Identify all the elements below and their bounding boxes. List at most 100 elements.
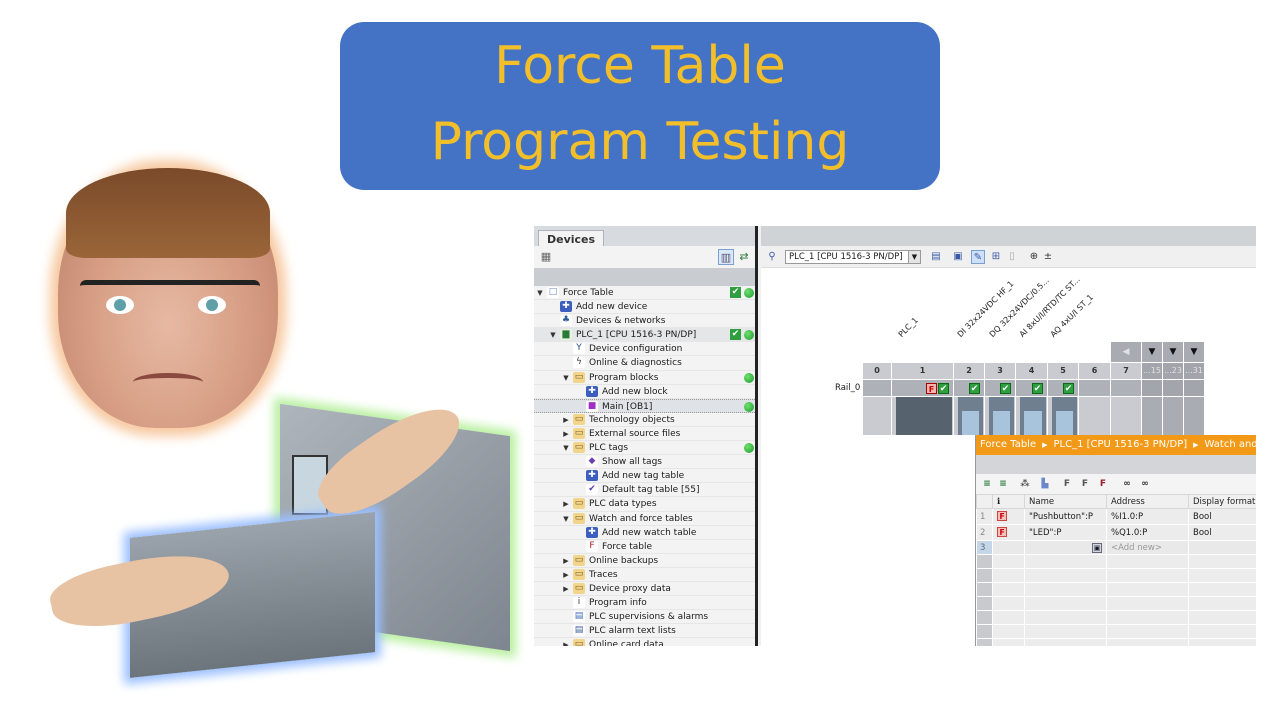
address-cell[interactable]: %I1.0:P xyxy=(1106,508,1189,525)
tree-item[interactable]: ▶ ▭ Traces xyxy=(534,568,755,582)
display-format-cell[interactable]: Bool xyxy=(1188,508,1256,525)
table-row[interactable]: 2F"LED":P%Q1.0:PBoolooFALSE✔ xyxy=(976,524,1256,541)
column-header[interactable]: i xyxy=(992,494,1025,509)
scroll-left-button[interactable]: ◀ xyxy=(1111,342,1141,362)
column-header[interactable]: Address xyxy=(1106,494,1189,509)
expand-slot-31-button[interactable]: ▼ xyxy=(1184,342,1204,362)
insert-row-icon[interactable]: ≡ xyxy=(980,477,994,491)
tree-item[interactable]: ♣ Devices & networks xyxy=(534,314,755,329)
empty-cell[interactable] xyxy=(992,582,1025,597)
device-name-icon[interactable]: ▣ xyxy=(951,250,965,264)
slot-header[interactable]: 4 xyxy=(1016,363,1048,379)
stop-force-icon[interactable]: F xyxy=(1096,477,1110,491)
expand-down-icon[interactable]: ▼ xyxy=(549,328,557,342)
empty-table-row[interactable] xyxy=(976,638,1256,646)
zoom-step-icon[interactable]: ± xyxy=(1041,250,1055,264)
expand-slot-15-button[interactable]: ▼ xyxy=(1142,342,1162,362)
grid-view-icon[interactable]: ▦ xyxy=(538,249,554,265)
name-cell[interactable]: "Pushbutton":P xyxy=(1024,508,1107,525)
empty-cell[interactable] xyxy=(1106,610,1189,625)
tree-item[interactable]: ▶ ▭ External source files xyxy=(534,427,755,442)
add-tag-icon[interactable]: ⁂ xyxy=(1018,477,1032,491)
slot-header[interactable]: ...23 xyxy=(1163,363,1184,379)
slot-header[interactable]: 2 xyxy=(954,363,985,379)
address-cell[interactable]: %Q1.0:P xyxy=(1106,524,1189,541)
empty-cell[interactable] xyxy=(1024,568,1107,583)
expand-right-icon[interactable]: ▶ xyxy=(562,582,570,596)
empty-cell[interactable] xyxy=(992,624,1025,639)
tree-item[interactable]: ▤ PLC alarm text lists xyxy=(534,624,755,639)
empty-cell[interactable] xyxy=(1024,610,1107,625)
tree-item[interactable]: Y Device configuration xyxy=(534,342,755,357)
network-attach-icon[interactable]: ⚲ xyxy=(765,250,779,264)
tree-item[interactable]: ▼ ▭ Program blocks xyxy=(534,371,755,385)
slot-header[interactable]: 1 xyxy=(892,363,954,379)
show-hide-columns-icon[interactable]: ▙ xyxy=(1038,477,1052,491)
monitor-all-icon[interactable]: ∞ xyxy=(1120,477,1134,491)
table-row[interactable]: 1F"Pushbutton":P%I1.0:PBoolooTRUE✔ xyxy=(976,508,1256,525)
tree-item[interactable]: ◆ Show all tags xyxy=(534,455,755,470)
tree-item[interactable]: ✚ Add new device xyxy=(534,300,755,315)
empty-cell[interactable] xyxy=(1188,638,1256,646)
slot-cell[interactable] xyxy=(1111,397,1142,435)
empty-table-row[interactable] xyxy=(976,568,1256,583)
slot-cell[interactable] xyxy=(1142,397,1163,435)
expand-down-icon[interactable]: ▼ xyxy=(562,441,570,455)
slot-cell[interactable] xyxy=(863,397,892,435)
grid-icon[interactable]: ⊞ xyxy=(989,250,1003,264)
empty-cell[interactable] xyxy=(992,568,1025,583)
tree-item[interactable]: ▶ ▭ Online card data xyxy=(534,638,755,646)
empty-table-row[interactable] xyxy=(976,610,1256,625)
empty-cell[interactable] xyxy=(1188,596,1256,611)
io-module[interactable] xyxy=(1020,397,1046,435)
tree-item[interactable]: ϟ Online & diagnostics xyxy=(534,356,755,371)
empty-table-row[interactable] xyxy=(976,554,1256,569)
empty-cell[interactable] xyxy=(1106,624,1189,639)
tree-item[interactable]: ✔ Default tag table [55] xyxy=(534,483,755,498)
show-modules-icon[interactable]: ✎ xyxy=(971,250,985,264)
empty-cell[interactable] xyxy=(992,638,1025,646)
io-module[interactable] xyxy=(958,397,983,435)
empty-table-row[interactable] xyxy=(976,596,1256,611)
tree-item[interactable]: ✚ Add new watch table xyxy=(534,526,755,540)
column-header[interactable] xyxy=(976,494,993,509)
slot-header[interactable]: 6 xyxy=(1079,363,1111,379)
empty-cell[interactable] xyxy=(1024,596,1107,611)
tree-item[interactable]: ✚ Add new block xyxy=(534,385,755,399)
io-module[interactable] xyxy=(989,397,1014,435)
tag-picker-icon[interactable]: ▣ xyxy=(1092,542,1102,553)
empty-cell[interactable] xyxy=(1188,624,1256,639)
breadcrumb-item[interactable]: Watch and force tables xyxy=(1205,439,1256,450)
slot-cell[interactable] xyxy=(1184,397,1205,435)
expand-down-icon[interactable]: ▼ xyxy=(562,371,570,385)
zoom-in-icon[interactable]: ⊕ xyxy=(1027,250,1041,264)
empty-cell[interactable] xyxy=(992,596,1025,611)
rack-view-icon[interactable]: ▤ xyxy=(929,250,943,264)
empty-cell[interactable] xyxy=(1106,638,1189,646)
empty-cell[interactable] xyxy=(1106,596,1189,611)
empty-cell[interactable] xyxy=(1188,582,1256,597)
expand-down-icon[interactable]: ▼ xyxy=(536,286,544,300)
tree-item[interactable]: ▶ ▭ Online backups xyxy=(534,554,755,568)
address-cell[interactable]: <Add new> xyxy=(1106,540,1189,555)
split-view-icon[interactable]: ▯ xyxy=(1005,250,1019,264)
slot-header[interactable]: 7 xyxy=(1111,363,1142,379)
add-row-icon[interactable]: ≡ xyxy=(996,477,1010,491)
display-format-cell[interactable]: Bool xyxy=(1188,524,1256,541)
tree-item[interactable]: ✚ Add new tag table xyxy=(534,469,755,484)
slot-cell[interactable] xyxy=(1079,397,1111,435)
expand-down-icon[interactable]: ▼ xyxy=(562,512,570,526)
force-icon[interactable]: F xyxy=(1078,477,1092,491)
io-module[interactable] xyxy=(1052,397,1077,435)
device-select[interactable]: PLC_1 [CPU 1516-3 PN/DP] ▼ xyxy=(785,250,921,264)
tree-item[interactable]: ▼ ▆ PLC_1 [CPU 1516-3 PN/DP] ✔ xyxy=(534,328,755,343)
tree-item[interactable]: ▼ ▭ PLC tags xyxy=(534,441,755,456)
overview-icon[interactable]: ▥ xyxy=(718,249,734,265)
go-online-icon[interactable]: ⇄ xyxy=(736,249,752,265)
empty-cell[interactable] xyxy=(992,554,1025,569)
empty-cell[interactable] xyxy=(1106,554,1189,569)
empty-cell[interactable] xyxy=(1106,582,1189,597)
expand-right-icon[interactable]: ▶ xyxy=(562,568,570,582)
slot-header[interactable]: 0 xyxy=(863,363,892,379)
empty-table-row[interactable] xyxy=(976,624,1256,639)
